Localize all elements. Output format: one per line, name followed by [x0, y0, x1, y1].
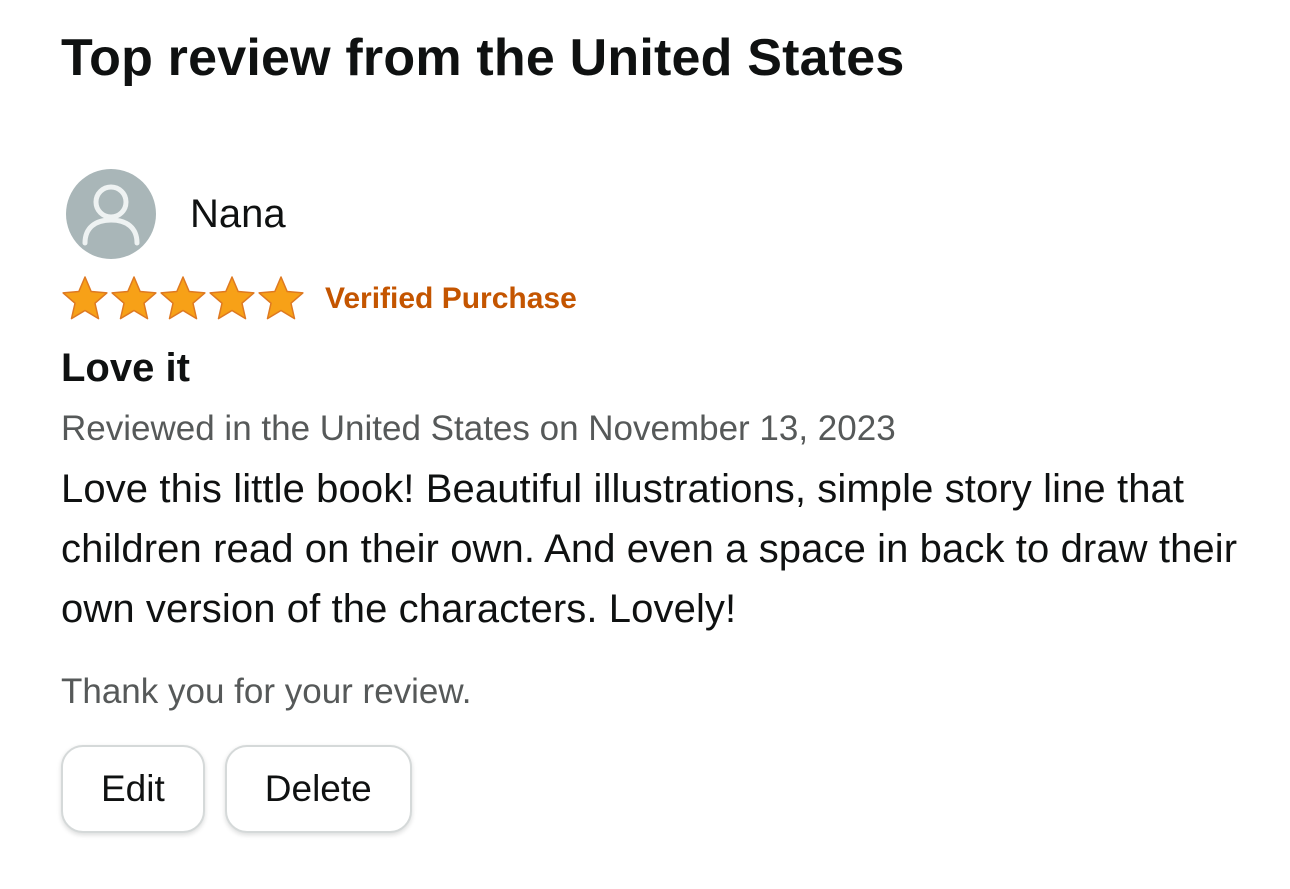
star-icon [159, 275, 207, 323]
reviewer-name: Nana [190, 192, 286, 236]
star-icon [61, 275, 109, 323]
review-title: Love it [61, 346, 190, 390]
thank-you-message: Thank you for your review. [61, 672, 472, 711]
user-silhouette-icon [66, 169, 156, 259]
reviewer-profile[interactable]: Nana [66, 169, 286, 259]
edit-button[interactable]: Edit [61, 745, 205, 833]
star-icon [208, 275, 256, 323]
star-icon [110, 275, 158, 323]
review-body: Love this little book! Beautiful illustr… [61, 467, 1238, 631]
star-icon [257, 275, 305, 323]
star-rating [61, 275, 305, 323]
review-actions: Edit Delete [61, 745, 412, 833]
review-date: Reviewed in the United States on Novembe… [61, 409, 896, 448]
verified-purchase-badge: Verified Purchase [325, 282, 577, 315]
section-title: Top review from the United States [61, 29, 905, 87]
rating-row: Verified Purchase [61, 275, 577, 323]
delete-button[interactable]: Delete [224, 745, 412, 833]
